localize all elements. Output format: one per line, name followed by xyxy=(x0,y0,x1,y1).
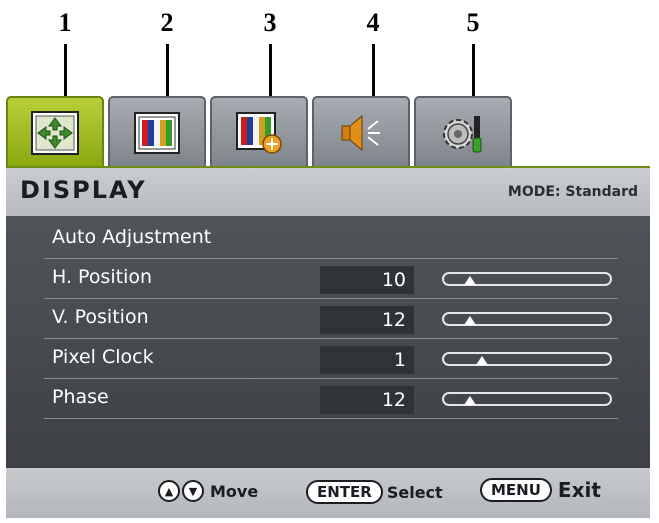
up-arrow-icon[interactable]: ▲ xyxy=(158,480,180,502)
mode-indicator: MODE: Standard xyxy=(507,184,638,200)
callout-2: 2 xyxy=(160,8,174,37)
enter-key-button[interactable]: ENTER xyxy=(306,480,383,504)
menu-item-v-position[interactable]: V. Position 12 xyxy=(44,300,618,339)
picture-advanced-icon xyxy=(236,112,282,154)
callout-5: 5 xyxy=(466,8,480,37)
phase-slider[interactable] xyxy=(442,392,612,406)
menu-item-value: 10 xyxy=(320,266,414,294)
tab-system[interactable] xyxy=(414,96,512,166)
move-hint: ▲ ▼ Move xyxy=(158,480,258,502)
menu-item-phase[interactable]: Phase 12 xyxy=(44,380,618,419)
menu-item-label: Phase xyxy=(52,386,109,408)
menu-body: Auto Adjustment H. Position 10 V. Positi… xyxy=(6,216,650,468)
select-label: Select xyxy=(386,482,443,502)
display-adjust-icon xyxy=(31,111,79,155)
menu-item-label: V. Position xyxy=(52,306,149,328)
menu-key-button[interactable]: MENU xyxy=(480,478,552,502)
slider-thumb[interactable] xyxy=(464,316,476,325)
select-hint: ENTER Select xyxy=(306,480,443,504)
menu-footer: ▲ ▼ Move ENTER Select MENU Exit xyxy=(6,468,650,518)
callout-3: 3 xyxy=(263,8,277,37)
menu-item-label: H. Position xyxy=(52,266,153,288)
tab-picture[interactable] xyxy=(108,96,206,166)
picture-icon xyxy=(134,112,180,154)
callout-4: 4 xyxy=(366,8,380,37)
v-position-slider[interactable] xyxy=(442,312,612,326)
slider-thumb[interactable] xyxy=(476,356,488,365)
pixel-clock-slider[interactable] xyxy=(442,352,612,366)
menu-item-label: Auto Adjustment xyxy=(52,226,212,248)
menu-item-value: 12 xyxy=(320,306,414,334)
exit-hint: MENU Exit xyxy=(480,478,601,502)
callout-1: 1 xyxy=(58,8,72,37)
slider-thumb[interactable] xyxy=(464,276,476,285)
tab-audio[interactable] xyxy=(312,96,410,166)
move-label: Move xyxy=(210,481,259,501)
h-position-slider[interactable] xyxy=(442,272,612,286)
exit-label: Exit xyxy=(557,478,601,502)
down-arrow-icon[interactable]: ▼ xyxy=(182,480,204,502)
menu-item-label: Pixel Clock xyxy=(52,346,154,368)
system-settings-icon xyxy=(443,116,482,153)
menu-item-value: 1 xyxy=(320,346,414,374)
tab-display[interactable] xyxy=(6,96,104,166)
menu-item-h-position[interactable]: H. Position 10 xyxy=(44,260,618,299)
osd-menu: DISPLAY MODE: Standard Auto Adjustment H… xyxy=(6,92,650,518)
tab-bar xyxy=(6,92,650,166)
menu-item-value: 12 xyxy=(320,386,414,414)
menu-item-pixel-clock[interactable]: Pixel Clock 1 xyxy=(44,340,618,379)
tab-picture-advanced[interactable] xyxy=(210,96,308,166)
menu-item-auto-adjustment[interactable]: Auto Adjustment xyxy=(44,220,618,259)
slider-thumb[interactable] xyxy=(464,396,476,405)
page-title: DISPLAY xyxy=(20,176,147,204)
audio-speaker-icon xyxy=(341,114,380,152)
menu-header: DISPLAY MODE: Standard xyxy=(6,166,650,218)
